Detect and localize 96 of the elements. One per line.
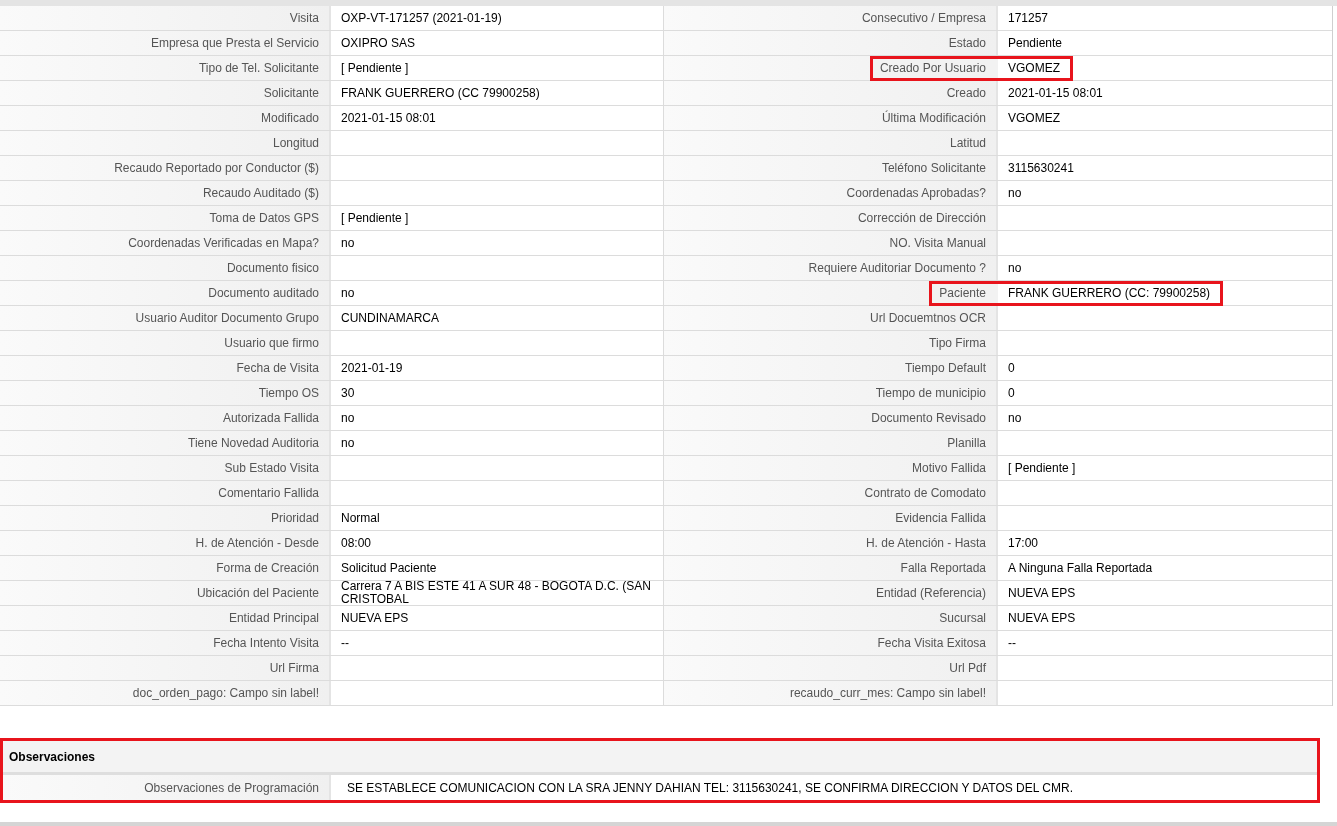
field-value: no bbox=[1007, 261, 1022, 275]
field-label: Sub Estado Visita bbox=[224, 461, 320, 475]
field-label: Empresa que Presta el Servicio bbox=[150, 36, 320, 50]
field-label: Última Modificación bbox=[881, 111, 987, 125]
field-label: Tiene Novedad Auditoria bbox=[188, 436, 320, 450]
field-value: CUNDINAMARCA bbox=[340, 311, 439, 325]
field-value: 2021-01-19 bbox=[340, 361, 403, 375]
field-value: Solicitud Paciente bbox=[340, 561, 437, 575]
field-label: Tipo de Tel. Solicitante bbox=[198, 61, 320, 75]
field-label: Teléfono Solicitante bbox=[881, 161, 987, 175]
field-label: Longitud bbox=[272, 136, 320, 150]
field-label: Recaudo Auditado ($) bbox=[202, 186, 320, 200]
field-value: 2021-01-15 08:01 bbox=[1007, 86, 1103, 100]
field-value: VGOMEZ bbox=[998, 55, 1073, 81]
field-label: Falla Reportada bbox=[900, 561, 987, 575]
field-label: Forma de Creación bbox=[216, 561, 320, 575]
field-value: no bbox=[340, 411, 355, 425]
field-label: Creado bbox=[946, 86, 987, 100]
field-value: -- bbox=[340, 636, 349, 650]
field-value: no bbox=[1007, 411, 1022, 425]
field-value: NUEVA EPS bbox=[1007, 586, 1076, 600]
field-label: Documento Revisado bbox=[871, 411, 987, 425]
field-label: Solicitante bbox=[263, 86, 320, 100]
field-label: Autorizada Fallida bbox=[222, 411, 320, 425]
field-value: 0 bbox=[1007, 361, 1015, 375]
field-label: Fecha Intento Visita bbox=[213, 636, 320, 650]
field-label: Url Docuemtnos OCR bbox=[869, 311, 987, 325]
field-label: Comentario Fallida bbox=[218, 486, 320, 500]
field-label: doc_orden_pago: Campo sin label! bbox=[132, 686, 320, 700]
field-value: 30 bbox=[340, 386, 355, 400]
field-value: 3115630241 bbox=[1007, 161, 1074, 175]
field-value: 08:00 bbox=[340, 536, 372, 550]
field-label: H. de Atención - Desde bbox=[195, 536, 320, 550]
field-value: 17:00 bbox=[1007, 536, 1039, 550]
field-label: Fecha Visita Exitosa bbox=[877, 636, 987, 650]
field-value: 0 bbox=[1007, 386, 1015, 400]
field-label: Estado bbox=[948, 36, 987, 50]
field-value: [ Pendiente ] bbox=[340, 211, 409, 225]
field-label: Tiempo OS bbox=[258, 386, 320, 400]
field-value: 2021-01-15 08:01 bbox=[340, 111, 436, 125]
field-value: VGOMEZ bbox=[1007, 111, 1060, 125]
field-label: Fecha de Visita bbox=[236, 361, 320, 375]
field-value: FRANK GUERRERO (CC: 79900258) bbox=[998, 280, 1224, 306]
field-value: [ Pendiente ] bbox=[1007, 461, 1076, 475]
field-value: no bbox=[340, 436, 355, 450]
field-label: Tiempo Default bbox=[905, 361, 987, 375]
field-value: SE ESTABLECE COMUNICACION CON LA SRA JENNY DAHIAN TEL: 3115630241, SE CONFIRMA DIRECCION Y DATOS DEL CMR. bbox=[347, 779, 1073, 797]
field-label: Creado Por Usuario bbox=[869, 55, 998, 81]
field-label: Planilla bbox=[947, 436, 987, 450]
field-value: Normal bbox=[340, 511, 380, 525]
field-label: Tipo Firma bbox=[929, 336, 987, 350]
field-label: Evidencia Fallida bbox=[895, 511, 987, 525]
field-label: Sucursal bbox=[939, 611, 987, 625]
field-value: OXP-VT-171257 (2021-01-19) bbox=[340, 11, 502, 25]
field-label: H. de Atención - Hasta bbox=[865, 536, 987, 550]
field-value: no bbox=[340, 236, 355, 250]
field-value: no bbox=[340, 286, 355, 300]
field-value: FRANK GUERRERO (CC 79900258) bbox=[340, 86, 540, 100]
field-value: NUEVA EPS bbox=[1007, 611, 1076, 625]
field-label: Coordenadas Verificadas en Mapa? bbox=[128, 236, 320, 250]
section-title: Observaciones bbox=[9, 748, 96, 766]
field-label: Requiere Auditoriar Documento ? bbox=[808, 261, 987, 275]
field-label: Usuario Auditor Documento Grupo bbox=[135, 311, 320, 325]
field-label: Url Firma bbox=[269, 661, 320, 675]
field-label: Latitud bbox=[949, 136, 987, 150]
field-label: Visita bbox=[289, 11, 320, 25]
field-value: -- bbox=[1007, 636, 1016, 650]
field-value: Carrera 7 A BIS ESTE 41 A SUR 48 - BOGOTA D.C. (SAN CRISTOBAL bbox=[340, 580, 652, 606]
field-label: Entidad (Referencia) bbox=[875, 586, 987, 600]
field-label: Documento auditado bbox=[208, 286, 320, 300]
field-label: Ubicación del Paciente bbox=[196, 586, 320, 600]
field-label: Url Pdf bbox=[949, 661, 987, 675]
field-label: Observaciones de Programación bbox=[144, 779, 320, 797]
field-value: no bbox=[1007, 186, 1022, 200]
field-label: Documento fisico bbox=[226, 261, 320, 275]
field-label: NO. Visita Manual bbox=[889, 236, 987, 250]
field-label: Toma de Datos GPS bbox=[209, 211, 320, 225]
field-label: Modificado bbox=[260, 111, 320, 125]
field-value: A Ninguna Falla Reportada bbox=[1007, 561, 1153, 575]
field-label: recaudo_curr_mes: Campo sin label! bbox=[789, 686, 987, 700]
field-label: Motivo Fallida bbox=[911, 461, 987, 475]
field-label: Corrección de Dirección bbox=[857, 211, 987, 225]
field-label: Usuario que firmo bbox=[224, 336, 320, 350]
field-label: Recaudo Reportado por Conductor ($) bbox=[114, 161, 320, 175]
field-value: OXIPRO SAS bbox=[340, 36, 416, 50]
field-label: Prioridad bbox=[270, 511, 320, 525]
field-label: Paciente bbox=[929, 280, 998, 306]
field-label: Coordenadas Aprobadas? bbox=[846, 186, 987, 200]
field-value: NUEVA EPS bbox=[340, 611, 409, 625]
field-value: 171257 bbox=[1007, 11, 1049, 25]
field-label: Entidad Principal bbox=[228, 611, 320, 625]
field-value: [ Pendiente ] bbox=[340, 61, 409, 75]
field-label: Contrato de Comodato bbox=[864, 486, 987, 500]
field-label: Tiempo de municipio bbox=[875, 386, 987, 400]
field-label: Consecutivo / Empresa bbox=[861, 11, 987, 25]
field-value: Pendiente bbox=[1007, 36, 1063, 50]
